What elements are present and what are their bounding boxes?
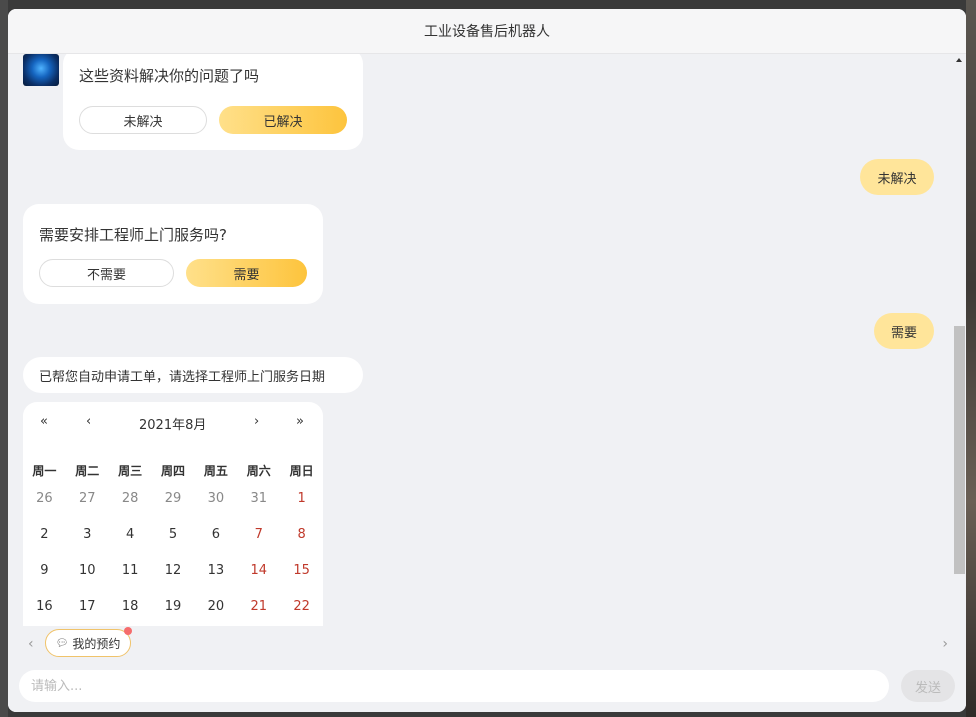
calendar-day[interactable]: 26	[23, 491, 66, 506]
calendar-grid: 周一 周二 周三 周四 周五 周六 周日 26 27 28 29 30 31 1	[23, 460, 323, 624]
weekday-label: 周三	[118, 463, 143, 478]
quick-actions-bar: ‹ 💬︎ 我的预约 ›	[8, 626, 966, 662]
user-message-needed: 需要	[874, 313, 934, 349]
calendar-day[interactable]: 9	[23, 563, 66, 578]
calendar-day[interactable]: 2	[23, 527, 66, 542]
engineer-question: 需要安排工程师上门服务吗?	[39, 226, 227, 244]
user-message-unresolved: 未解决	[860, 159, 934, 195]
calendar-day[interactable]: 21	[237, 599, 280, 614]
chat-window: 工业设备售后机器人 这些资料解决你的问题了吗 未解决 已解决 未解决 需要安排工…	[8, 9, 966, 712]
send-button[interactable]: 发送	[901, 670, 955, 702]
quickbar-prev-icon[interactable]: ‹	[28, 636, 34, 652]
calendar-day[interactable]: 7	[237, 527, 280, 542]
calendar-day[interactable]: 1	[280, 491, 323, 506]
calendar-day[interactable]: 30	[194, 491, 237, 506]
window-title: 工业设备售后机器人	[424, 24, 550, 40]
title-bar: 工业设备售后机器人	[8, 9, 966, 54]
calendar-day[interactable]: 12	[152, 563, 195, 578]
not-needed-button[interactable]: 不需要	[39, 259, 174, 287]
notification-dot	[124, 627, 132, 635]
chat-scrollbar[interactable]	[953, 54, 966, 636]
resolved-question: 这些资料解决你的问题了吗	[79, 67, 260, 85]
bot-avatar	[23, 54, 59, 86]
engineer-card: 需要安排工程师上门服务吗? 不需要 需要	[23, 204, 323, 304]
resolved-button[interactable]: 已解决	[219, 106, 347, 134]
calendar-day[interactable]: 10	[66, 563, 109, 578]
next-month-button[interactable]: ›	[254, 414, 259, 429]
prev-year-button[interactable]: «	[40, 414, 48, 429]
date-picker: « ‹ 2021年8月 › » 周一 周二 周三 周四 周五 周六 周日 26	[23, 402, 323, 636]
weekday-row: 周一 周二 周三 周四 周五 周六 周日	[23, 460, 323, 480]
calendar-day[interactable]: 31	[237, 491, 280, 506]
next-year-button[interactable]: »	[296, 414, 304, 429]
unresolved-button[interactable]: 未解决	[79, 106, 207, 134]
calendar-day[interactable]: 19	[152, 599, 195, 614]
scroll-thumb[interactable]	[954, 326, 965, 574]
calendar-day[interactable]: 6	[194, 527, 237, 542]
weekday-label: 周日	[289, 463, 314, 478]
calendar-day[interactable]: 18	[109, 599, 152, 614]
calendar-week: 16 17 18 19 20 21 22	[23, 588, 323, 624]
weekday-label: 周二	[75, 463, 100, 478]
prev-month-button[interactable]: ‹	[86, 414, 91, 429]
calendar-week: 9 10 11 12 13 14 15	[23, 552, 323, 588]
calendar-day[interactable]: 8	[280, 527, 323, 542]
calendar-week: 26 27 28 29 30 31 1	[23, 480, 323, 516]
weekday-label: 周四	[161, 463, 186, 478]
calendar-day[interactable]: 20	[194, 599, 237, 614]
my-appointments-chip[interactable]: 💬︎ 我的预约	[45, 627, 132, 657]
calendar-day[interactable]: 3	[66, 527, 109, 542]
calendar-day[interactable]: 28	[109, 491, 152, 506]
calendar-day[interactable]: 15	[280, 563, 323, 578]
calendar-day[interactable]: 14	[237, 563, 280, 578]
input-bar: 发送	[8, 664, 966, 712]
calendar-day[interactable]: 16	[23, 599, 66, 614]
needed-button[interactable]: 需要	[186, 259, 307, 287]
quickbar-next-icon[interactable]: ›	[942, 636, 948, 652]
chat-area: 这些资料解决你的问题了吗 未解决 已解决 未解决 需要安排工程师上门服务吗? 不…	[8, 54, 953, 636]
weekday-label: 周五	[203, 463, 228, 478]
weekday-label: 周六	[246, 463, 271, 478]
chat-bubble-icon: 💬︎	[55, 637, 69, 649]
weekday-label: 周一	[32, 463, 57, 478]
calendar-day[interactable]: 29	[152, 491, 195, 506]
message-input[interactable]	[19, 670, 889, 702]
calendar-day[interactable]: 27	[66, 491, 109, 506]
calendar-day[interactable]: 17	[66, 599, 109, 614]
month-label: 2021年8月	[139, 418, 207, 433]
calendar-day[interactable]: 13	[194, 563, 237, 578]
background-right	[966, 0, 976, 717]
background-left	[0, 0, 8, 717]
scroll-up-icon[interactable]	[956, 58, 962, 62]
chip-label: 我的预约	[72, 636, 121, 651]
calendar-day[interactable]: 22	[280, 599, 323, 614]
resolved-card: 这些资料解决你的问题了吗 未解决 已解决	[63, 54, 363, 150]
bot-notice: 已帮您自动申请工单，请选择工程师上门服务日期	[23, 357, 363, 393]
calendar-day[interactable]: 11	[109, 563, 152, 578]
calendar-week: 2 3 4 5 6 7 8	[23, 516, 323, 552]
calendar-day[interactable]: 5	[152, 527, 195, 542]
calendar-header: « ‹ 2021年8月 › »	[23, 414, 323, 434]
calendar-day[interactable]: 4	[109, 527, 152, 542]
